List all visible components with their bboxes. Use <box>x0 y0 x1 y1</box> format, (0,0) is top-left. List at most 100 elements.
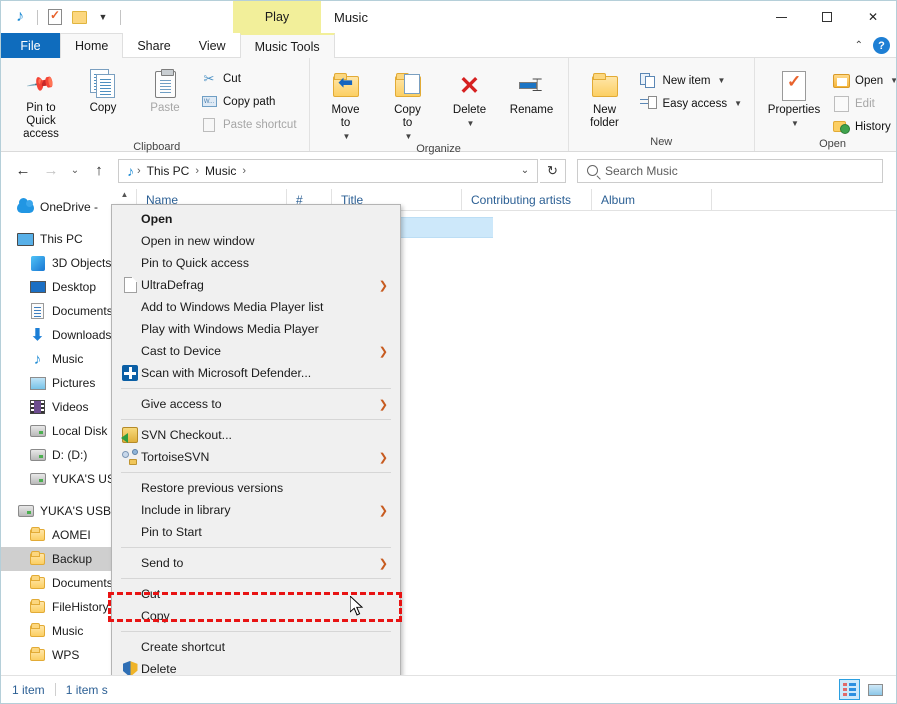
sidebar-item-label: D: (D:) <box>52 448 87 462</box>
delete-dropdown-icon[interactable]: ▼ <box>467 117 475 130</box>
refresh-icon[interactable]: ↻ <box>540 159 566 183</box>
sidebar-item-label: 3D Objects <box>52 256 111 270</box>
menu-item-ultradefrag[interactable]: UltraDefrag ❯ <box>112 274 400 296</box>
open-dropdown-icon[interactable]: ▼ <box>890 76 897 85</box>
menu-item-play-with-wmp[interactable]: Play with Windows Media Player <box>112 318 400 340</box>
copy-button[interactable]: Copy <box>73 62 133 115</box>
column-header-blank[interactable] <box>712 189 892 211</box>
menu-item-open-in-new-window[interactable]: Open in new window <box>112 230 400 252</box>
tab-home[interactable]: Home <box>60 33 123 58</box>
sidebar-item-music[interactable]: ♪ Music <box>1 347 113 371</box>
sidebar-item-backup[interactable]: Backup <box>1 547 113 571</box>
move-to-button[interactable]: ⬅ Move to ▼ <box>316 64 376 143</box>
easy-access-dropdown-icon[interactable]: ▼ <box>734 99 742 108</box>
menu-item-send-to[interactable]: Send to ❯ <box>112 552 400 574</box>
sidebar-item-yukas-usb-child[interactable]: YUKA'S USB <box>1 467 113 491</box>
menu-item-tortoisesvn[interactable]: TortoiseSVN ❯ <box>112 446 400 468</box>
sidebar-item-music-usb[interactable]: Music <box>1 619 113 643</box>
rename-button[interactable]: ⌶ Rename <box>502 64 562 117</box>
sidebar-item-desktop[interactable]: Desktop <box>1 275 113 299</box>
ribbon-body: 📌 Pin to Quick access Copy Paste ✂ <box>1 58 896 152</box>
menu-item-pin-to-quick-access[interactable]: Pin to Quick access <box>112 252 400 274</box>
sidebar-item-wps[interactable]: WPS <box>1 643 113 663</box>
sidebar-item-drive-d[interactable]: D: (D:) <box>1 443 113 467</box>
sidebar-item-documents[interactable]: Documents <box>1 299 113 323</box>
properties-checklist-icon[interactable] <box>46 8 64 26</box>
sidebar-item-pictures[interactable]: Pictures <box>1 371 113 395</box>
menu-item-svn-checkout[interactable]: SVN Checkout... <box>112 424 400 446</box>
breadcrumb-bar[interactable]: ♪ › This PC › Music › ⌄ <box>118 159 538 183</box>
sidebar-item-videos[interactable]: Videos <box>1 395 113 419</box>
details-view-icon[interactable] <box>839 679 860 700</box>
music-note-icon: ♪ <box>125 163 136 179</box>
new-item-button[interactable]: New item ▼ <box>637 69 748 92</box>
menu-item-restore-previous-versions[interactable]: Restore previous versions <box>112 477 400 499</box>
recent-locations-icon[interactable]: ⌄ <box>66 158 84 184</box>
maximize-button[interactable] <box>804 1 850 33</box>
help-icon[interactable]: ? <box>873 37 890 54</box>
tab-share[interactable]: Share <box>123 33 184 58</box>
forward-arrow-icon[interactable]: → <box>38 158 64 184</box>
music-note-icon[interactable]: ♪ <box>11 8 29 26</box>
group-label-open: Open <box>761 138 897 153</box>
delete-button[interactable]: ✕ Delete ▼ <box>440 64 500 130</box>
minimize-button[interactable] <box>758 1 804 33</box>
paste-button[interactable]: Paste <box>135 62 195 115</box>
sidebar-item-yukas-usb[interactable]: YUKA'S USB <box>1 499 113 523</box>
easy-access-button[interactable]: Easy access ▼ <box>637 92 748 115</box>
customize-qat-icon[interactable]: ▼ <box>94 8 112 26</box>
open-button[interactable]: Open ▼ <box>829 69 897 92</box>
copy-to-icon <box>395 68 421 104</box>
up-arrow-icon[interactable]: ↑ <box>86 158 112 184</box>
sidebar-item-local-disk[interactable]: Local Disk <box>1 419 113 443</box>
menu-item-cut[interactable]: Cut <box>112 583 400 605</box>
menu-item-cast-to-device[interactable]: Cast to Device ❯ <box>112 340 400 362</box>
sidebar-item-downloads[interactable]: ⬇ Downloads <box>1 323 113 347</box>
new-folder-icon[interactable] <box>70 8 88 26</box>
sidebar-item-onedrive[interactable]: OneDrive - <box>1 195 113 219</box>
chevron-down-icon[interactable]: ⌄ <box>515 165 535 176</box>
properties-button[interactable]: Properties ▼ <box>761 64 827 130</box>
sidebar-item-documents-usb[interactable]: Documents <box>1 571 113 595</box>
close-button[interactable]: ✕ <box>850 1 896 33</box>
search-input[interactable]: Search Music <box>577 159 883 183</box>
properties-dropdown-icon[interactable]: ▼ <box>791 117 799 130</box>
move-to-dropdown-icon[interactable]: ▼ <box>343 130 351 143</box>
copy-path-button[interactable]: W... Copy path <box>197 90 303 113</box>
new-item-dropdown-icon[interactable]: ▼ <box>717 76 725 85</box>
open-folder-icon <box>832 72 850 89</box>
menu-item-give-access-to[interactable]: Give access to ❯ <box>112 393 400 415</box>
submenu-arrow-icon: ❯ <box>379 504 388 517</box>
sidebar-item-this-pc[interactable]: This PC <box>1 227 113 251</box>
column-header-contributing-artists[interactable]: Contributing artists <box>462 189 592 211</box>
cut-button[interactable]: ✂ Cut <box>197 67 303 90</box>
pin-to-quick-access-button[interactable]: 📌 Pin to Quick access <box>11 62 71 141</box>
column-header-album[interactable]: Album <box>592 189 712 211</box>
menu-item-open[interactable]: Open <box>112 208 400 230</box>
breadcrumb-this-pc[interactable]: This PC <box>144 164 193 178</box>
menu-item-scan-with-defender[interactable]: Scan with Microsoft Defender... <box>112 362 400 384</box>
sidebar-item-filehistory[interactable]: FileHistory <box>1 595 113 619</box>
collapse-ribbon-icon[interactable]: ⌃ <box>855 40 863 51</box>
menu-item-include-in-library[interactable]: Include in library ❯ <box>112 499 400 521</box>
breadcrumb-music[interactable]: Music <box>202 164 239 178</box>
copy-to-button[interactable]: Copy to ▼ <box>378 64 438 143</box>
menu-item-copy[interactable]: Copy <box>112 605 400 627</box>
menu-item-pin-to-start[interactable]: Pin to Start <box>112 521 400 543</box>
edit-button[interactable]: Edit <box>829 92 897 115</box>
thumbnails-view-icon[interactable] <box>865 679 886 700</box>
tab-view[interactable]: View <box>185 33 240 58</box>
tab-music-tools[interactable]: Music Tools <box>240 33 335 58</box>
menu-item-add-to-wmp-list[interactable]: Add to Windows Media Player list <box>112 296 400 318</box>
tab-file[interactable]: File <box>1 33 60 58</box>
copy-to-dropdown-icon[interactable]: ▼ <box>405 130 413 143</box>
sidebar-item-3d-objects[interactable]: 3D Objects <box>1 251 113 275</box>
back-arrow-icon[interactable]: ← <box>10 158 36 184</box>
history-button[interactable]: History <box>829 115 897 138</box>
sidebar-item-aomei[interactable]: AOMEI <box>1 523 113 547</box>
new-folder-button[interactable]: New folder <box>575 64 635 130</box>
play-contextual-tab[interactable]: Play <box>233 1 321 33</box>
delete-x-icon: ✕ <box>459 68 480 104</box>
menu-item-create-shortcut[interactable]: Create shortcut <box>112 636 400 658</box>
paste-shortcut-button[interactable]: Paste shortcut <box>197 113 303 136</box>
